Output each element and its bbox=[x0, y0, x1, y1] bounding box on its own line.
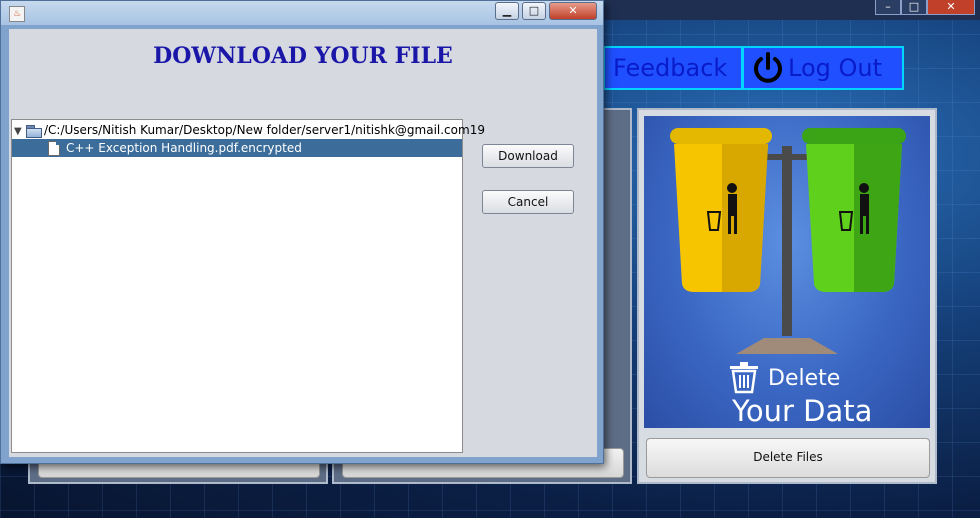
card-caption-your-data: Your Data bbox=[732, 394, 873, 428]
folder-icon bbox=[26, 124, 42, 138]
dialog-minimize-button[interactable]: ▁ bbox=[495, 2, 519, 20]
java-icon: ♨ bbox=[9, 6, 25, 22]
file-tree[interactable]: ▼/C:/Users/Nitish Kumar/Desktop/New fold… bbox=[11, 119, 485, 453]
download-button[interactable]: Download bbox=[482, 144, 574, 168]
feedback-label: Feedback bbox=[613, 54, 728, 82]
delete-files-button[interactable]: Delete Files bbox=[646, 438, 930, 478]
card-caption-delete: Delete bbox=[768, 366, 841, 391]
main-close-button[interactable]: ✕ bbox=[927, 0, 975, 15]
download-dialog: ♨ ▁ □ ✕ DOWNLOAD YOUR FILE ▼/C:/Users/Ni… bbox=[0, 0, 604, 464]
tree-file-label: C++ Exception Handling.pdf.encrypted bbox=[66, 141, 302, 155]
dialog-content: DOWNLOAD YOUR FILE ▼/C:/Users/Nitish Kum… bbox=[9, 29, 597, 457]
dialog-titlebar[interactable]: ♨ ▁ □ ✕ bbox=[1, 1, 603, 25]
dialog-maximize-button[interactable]: □ bbox=[522, 2, 546, 20]
dialog-heading: DOWNLOAD YOUR FILE bbox=[153, 43, 453, 69]
file-icon bbox=[48, 141, 60, 156]
main-maximize-button[interactable]: □ bbox=[901, 0, 927, 15]
cancel-button[interactable]: Cancel bbox=[482, 190, 574, 214]
tree-file-node[interactable]: C++ Exception Handling.pdf.encrypted bbox=[12, 139, 462, 157]
logout-button[interactable]: Log Out bbox=[742, 46, 904, 90]
logout-label: Log Out bbox=[788, 54, 883, 82]
tree-root-node[interactable]: ▼/C:/Users/Nitish Kumar/Desktop/New fold… bbox=[14, 121, 485, 139]
main-minimize-button[interactable]: – bbox=[875, 0, 901, 15]
feedback-button[interactable]: Feedback bbox=[603, 46, 743, 90]
dialog-close-button[interactable]: ✕ bbox=[549, 2, 597, 20]
power-icon bbox=[754, 52, 782, 83]
trash-icon bbox=[730, 362, 758, 394]
tree-root-label: /C:/Users/Nitish Kumar/Desktop/New folde… bbox=[44, 123, 485, 137]
